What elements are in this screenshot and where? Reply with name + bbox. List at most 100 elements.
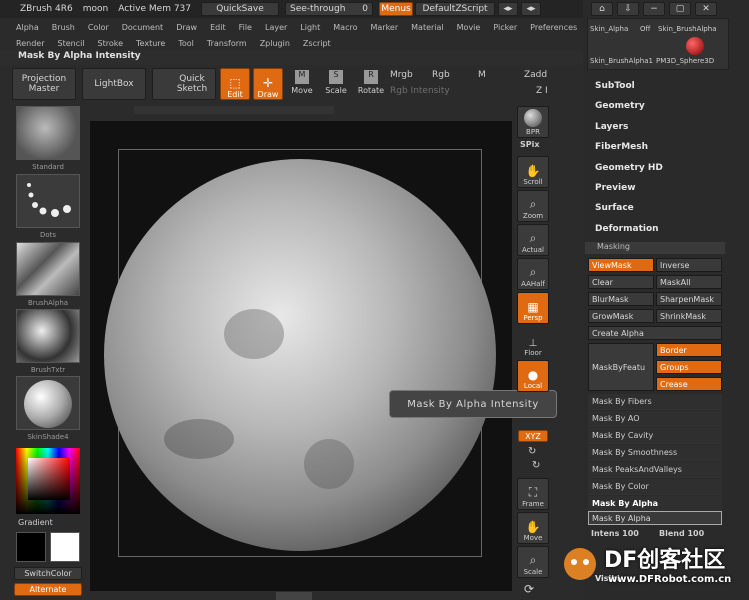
menus-button[interactable]: Menus	[379, 2, 414, 16]
layout-arrows-icon-2[interactable]: ◂▸	[521, 2, 542, 16]
intens-slider[interactable]: Intens 100	[591, 529, 639, 538]
row-mask-by-fibers[interactable]: Mask By Fibers	[588, 394, 722, 410]
inverse-button[interactable]: Inverse	[656, 258, 722, 272]
menu-item-texture[interactable]: Texture	[136, 39, 165, 48]
rotate-button[interactable]: R Rotate	[356, 70, 386, 100]
sharpenmask-button[interactable]: SharpenMask	[656, 292, 722, 306]
quick-sketch-button[interactable]: Quick Sketch	[152, 68, 216, 100]
menu-item-color[interactable]: Color	[88, 23, 109, 32]
palette-icon[interactable]: ⌂	[591, 2, 613, 16]
section-layers[interactable]: Layers	[595, 122, 628, 132]
xyz-button[interactable]: XYZ	[518, 430, 548, 442]
row-mask-by-cavity[interactable]: Mask By Cavity	[588, 428, 722, 444]
menu-item-edit[interactable]: Edit	[210, 23, 226, 32]
mask-by-alpha-button[interactable]: Mask By Alpha	[588, 511, 722, 525]
blurmask-button[interactable]: BlurMask	[588, 292, 654, 306]
rotate-axis-icon[interactable]: ↻	[528, 446, 536, 457]
menu-item-preferences[interactable]: Preferences	[530, 23, 577, 32]
menu-item-transform[interactable]: Transform	[207, 39, 247, 48]
row-mask-by-smoothness[interactable]: Mask By Smoothness	[588, 445, 722, 461]
canvas-viewport[interactable]	[90, 121, 512, 591]
row-mask-by-alpha[interactable]: Mask By Alpha	[588, 496, 722, 512]
restore-icon[interactable]: ▢	[669, 2, 691, 16]
groups-toggle[interactable]: Groups	[656, 360, 722, 374]
scroll-button[interactable]: ✋ Scroll	[517, 156, 549, 188]
rotate-view-icon[interactable]: ⟳	[524, 582, 534, 596]
main-color-swatch[interactable]	[16, 532, 46, 562]
mrgb-button[interactable]: Mrgb	[390, 70, 413, 80]
color-picker[interactable]	[16, 448, 80, 514]
rotate-axis-icon-2[interactable]: ↻	[532, 460, 540, 471]
maskall-button[interactable]: MaskAll	[656, 275, 722, 289]
growmask-button[interactable]: GrowMask	[588, 309, 654, 323]
menu-item-stroke[interactable]: Stroke	[98, 39, 124, 48]
zoom-button[interactable]: ⌕ Zoom	[517, 190, 549, 222]
m-button[interactable]: M	[478, 70, 486, 80]
menu-item-stencil[interactable]: Stencil	[57, 39, 84, 48]
menu-item-document[interactable]: Document	[122, 23, 163, 32]
gradient-label[interactable]: Gradient	[18, 518, 53, 527]
alternate-button[interactable]: Alternate	[14, 583, 82, 596]
palette-icon-2[interactable]: ⇩	[617, 2, 639, 16]
brush-alpha-thumb[interactable]	[16, 242, 80, 296]
masking-header[interactable]: Masking	[585, 242, 725, 254]
section-geometry-hd[interactable]: Geometry HD	[595, 163, 663, 173]
spix-slider[interactable]: SPix	[520, 140, 540, 149]
menu-item-macro[interactable]: Macro	[333, 23, 357, 32]
z-intensity-slider[interactable]: Z I	[536, 86, 548, 96]
edit-button[interactable]: ⬚ Edit	[220, 68, 250, 100]
border-toggle[interactable]: Border	[656, 343, 722, 357]
menu-item-alpha[interactable]: Alpha	[16, 23, 39, 32]
default-zscript-button[interactable]: DefaultZScript	[415, 2, 496, 16]
clear-button[interactable]: Clear	[588, 275, 654, 289]
row-mask-by-ao[interactable]: Mask By AO	[588, 411, 722, 427]
quicksave-button[interactable]: QuickSave	[201, 2, 280, 16]
section-preview[interactable]: Preview	[595, 183, 636, 193]
menu-item-material[interactable]: Material	[411, 23, 444, 32]
viewport-bottom-handle[interactable]	[276, 592, 312, 600]
section-surface[interactable]: Surface	[595, 203, 634, 213]
scale-button[interactable]: S Scale	[322, 70, 350, 100]
menu-item-render[interactable]: Render	[16, 39, 44, 48]
material-thumb[interactable]	[16, 376, 80, 430]
projection-master-button[interactable]: Projection Master	[12, 68, 76, 100]
close-icon[interactable]: ✕	[695, 2, 717, 16]
menu-item-zscript[interactable]: Zscript	[303, 39, 331, 48]
scale-view-button[interactable]: ⌕ Scale	[517, 546, 549, 578]
switch-color-button[interactable]: SwitchColor	[14, 567, 82, 580]
off-label[interactable]: Off	[640, 25, 650, 33]
move-button[interactable]: M Move	[288, 70, 316, 100]
brush-texture-thumb[interactable]	[16, 309, 80, 363]
crease-toggle[interactable]: Crease	[656, 377, 722, 391]
row-mask-by-color[interactable]: Mask By Color	[588, 479, 722, 495]
viewmask-button[interactable]: ViewMask	[588, 258, 654, 272]
menu-item-light[interactable]: Light	[300, 23, 320, 32]
actual-button[interactable]: ⌕ Actual	[517, 224, 549, 256]
dots-stroke-thumb[interactable]	[16, 174, 80, 228]
pm3d-sphere-label[interactable]: PM3D_Sphere3D	[656, 57, 714, 65]
section-geometry[interactable]: Geometry	[595, 101, 645, 111]
lightbox-button[interactable]: LightBox	[82, 68, 146, 100]
row-mask-peaksandvalleys[interactable]: Mask PeaksAndValleys	[588, 462, 722, 478]
section-fibermesh[interactable]: FiberMesh	[595, 142, 648, 152]
rgb-button[interactable]: Rgb	[432, 70, 450, 80]
menu-item-movie[interactable]: Movie	[457, 23, 481, 32]
rgb-intensity-slider[interactable]: Rgb Intensity	[390, 86, 530, 98]
section-deformation[interactable]: Deformation	[595, 224, 659, 234]
aahalf-button[interactable]: ⌕ AAHalf	[517, 258, 549, 290]
menu-item-brush[interactable]: Brush	[52, 23, 75, 32]
frame-button[interactable]: ⛶ Frame	[517, 478, 549, 510]
section-subtool[interactable]: SubTool	[595, 81, 635, 91]
minimize-icon[interactable]: −	[643, 2, 665, 16]
moon-sphere[interactable]	[104, 159, 496, 551]
persp-button[interactable]: ▦ Persp	[517, 292, 549, 324]
draw-button[interactable]: ✛ Draw	[253, 68, 283, 100]
menu-item-picker[interactable]: Picker	[493, 23, 517, 32]
skin-brushalpha-label[interactable]: Skin_BrushAlpha	[658, 25, 716, 33]
local-button[interactable]: ● Local	[517, 360, 549, 392]
menu-item-tool[interactable]: Tool	[178, 39, 194, 48]
menu-item-zplugin[interactable]: Zplugin	[260, 39, 290, 48]
menu-item-draw[interactable]: Draw	[176, 23, 197, 32]
floor-button[interactable]: ⊥ Floor	[517, 326, 549, 358]
see-through-slider[interactable]: See-through 0	[285, 2, 374, 16]
